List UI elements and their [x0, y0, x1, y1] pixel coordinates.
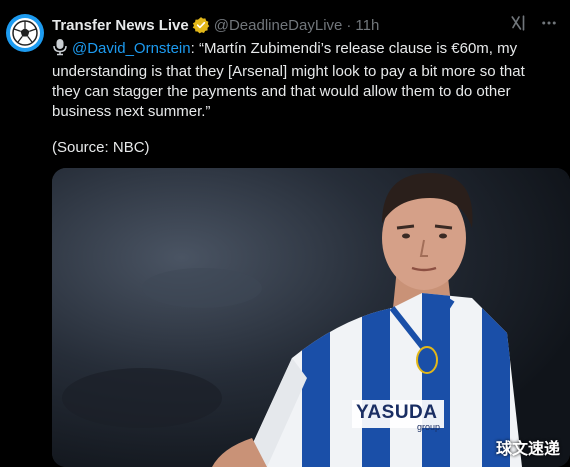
tweet-text: @David_Ornstein: “Martín Zubimendi’s rel… — [52, 38, 557, 122]
display-name[interactable]: Transfer News Live — [52, 17, 189, 34]
tweet-header: Transfer News Live @DeadlineDayLive · 11… — [52, 14, 558, 36]
timestamp[interactable]: 11h — [355, 17, 379, 34]
watermark: 球文速递 — [495, 439, 560, 458]
tweet-photo[interactable]: YASUDA group 球文速递 — [52, 168, 570, 467]
mention-link[interactable]: @David_Ornstein — [72, 40, 191, 57]
more-icon[interactable] — [540, 14, 558, 32]
player-illustration — [52, 168, 570, 467]
separator: · — [346, 16, 352, 34]
jersey-sponsor: YASUDA — [356, 402, 438, 423]
avatar[interactable] — [6, 14, 44, 52]
football-icon — [10, 18, 40, 48]
microphone-icon — [52, 38, 68, 62]
grok-icon[interactable] — [510, 14, 528, 32]
verified-badge-icon — [192, 16, 210, 34]
source-text: (Source: NBC) — [52, 139, 150, 156]
jersey-sponsor-sub: group — [417, 422, 441, 432]
handle[interactable]: @DeadlineDayLive — [214, 17, 343, 34]
